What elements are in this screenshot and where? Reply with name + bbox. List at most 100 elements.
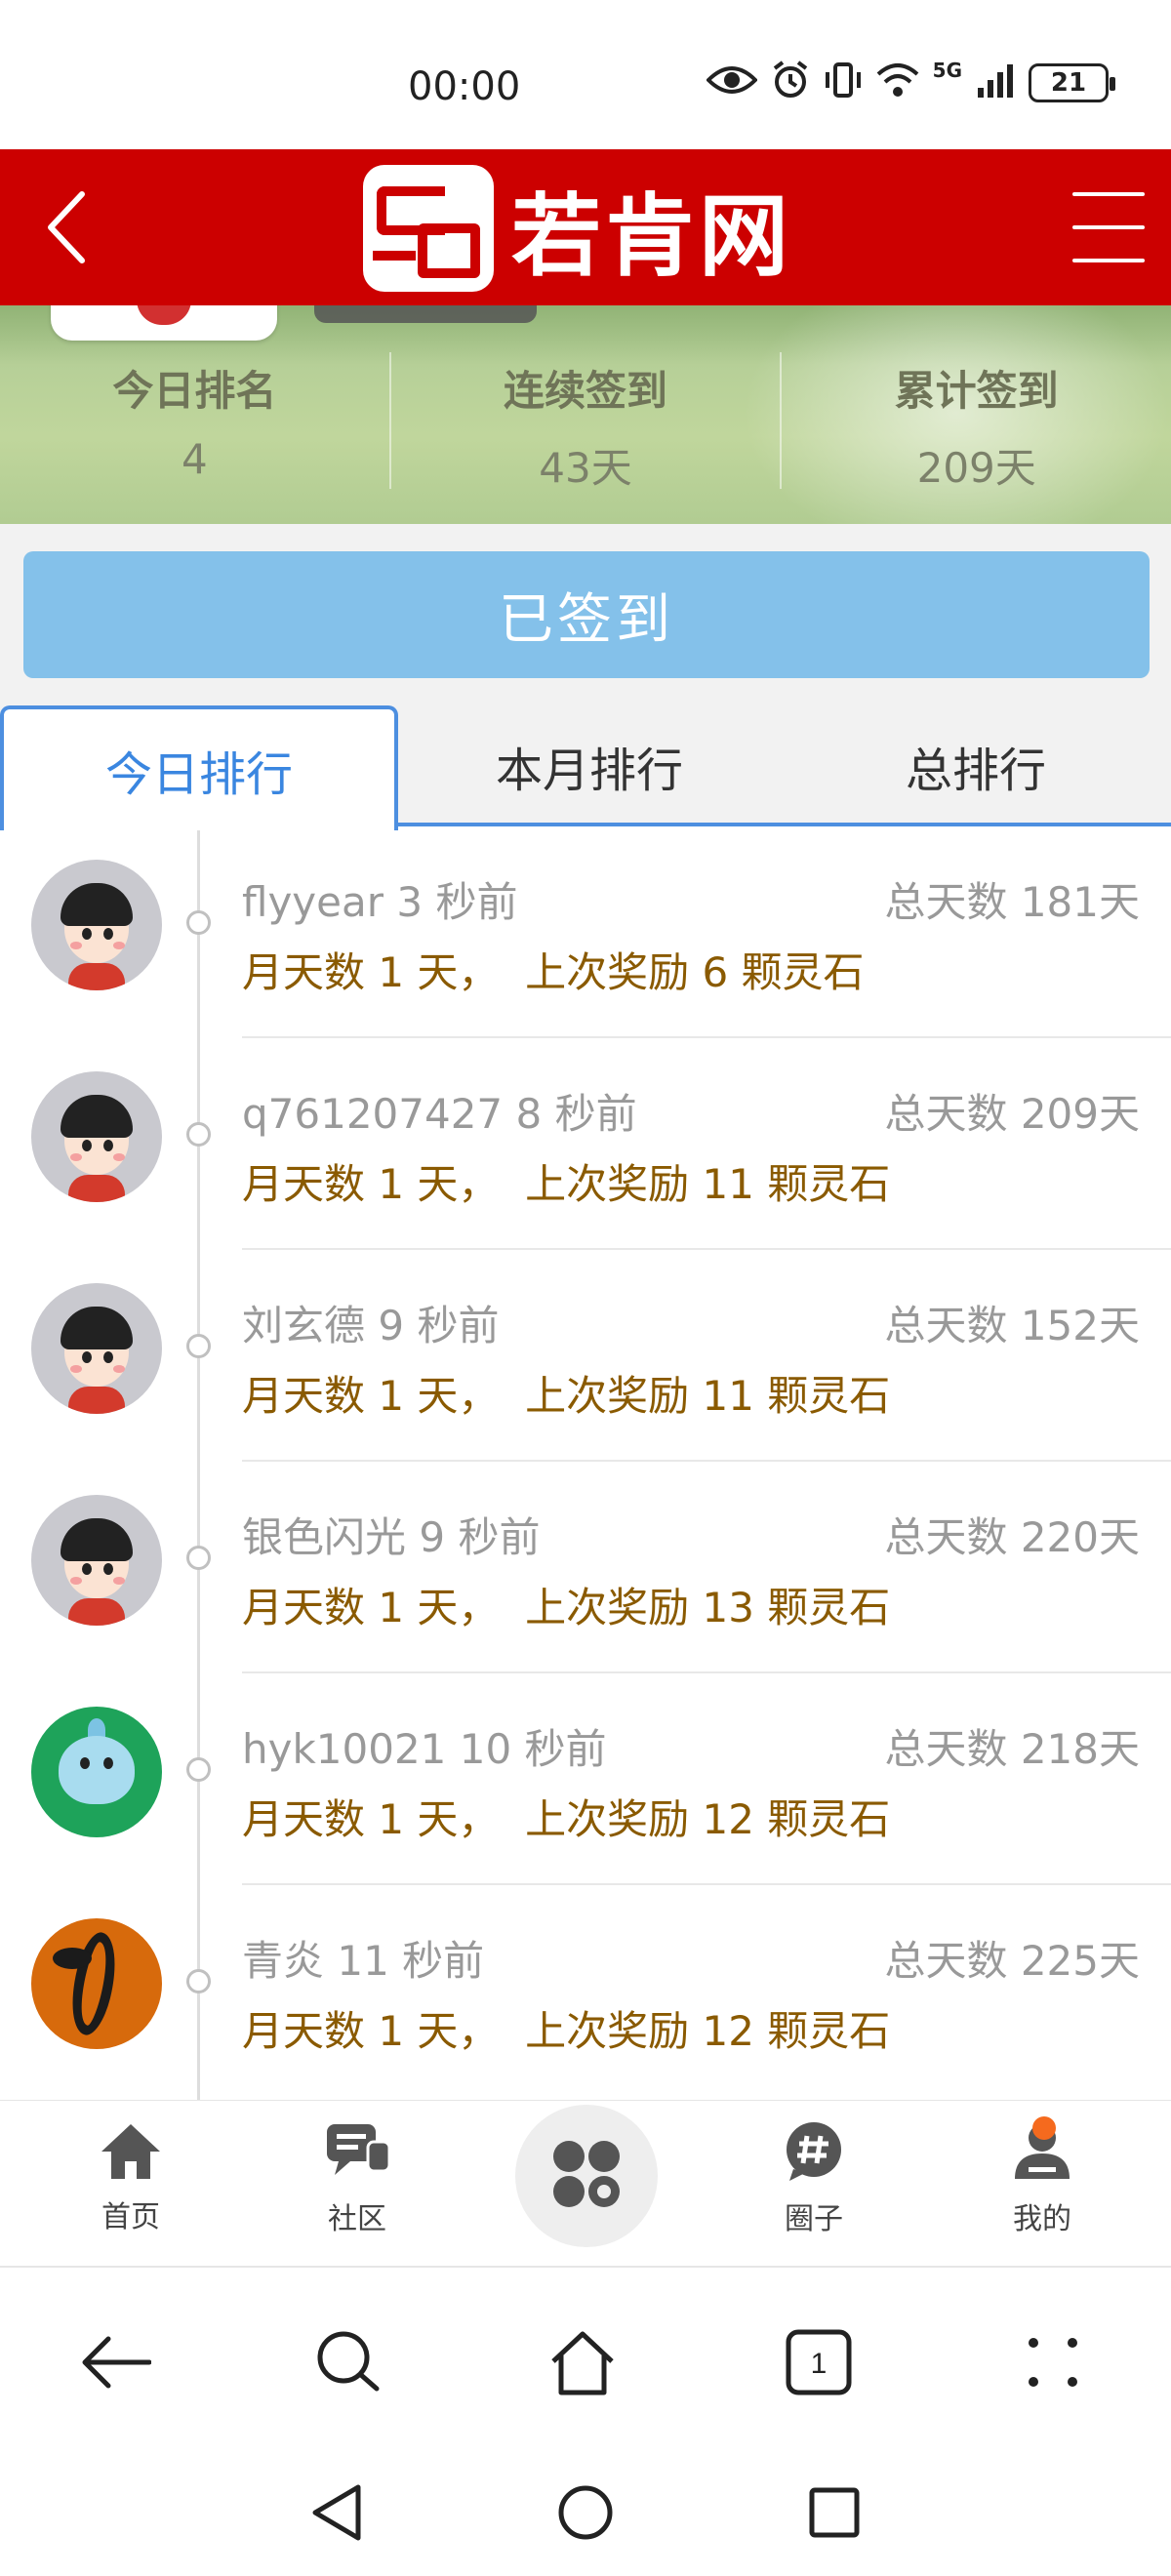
list-item[interactable]: flyyear 3 秒前 总天数 181天 月天数 1 天， 上次奖励 6 颗灵… [0,826,1171,1038]
timeline-dot [186,1757,211,1782]
avatar[interactable] [31,1071,162,1202]
total-days: 总天数 225天 [884,1937,1140,1985]
hamburger-menu-icon[interactable] [1060,186,1157,268]
avatar[interactable] [31,1283,162,1414]
chat-icon [323,2120,391,2187]
nav-label: 首页 [101,2200,160,2234]
browser-more-icon[interactable] [1009,2318,1097,2406]
list-item[interactable]: 刘玄德 9 秒前 总天数 152天 月天数 1 天， 上次奖励 11 颗灵石 [0,1250,1171,1462]
nav-community[interactable]: 社区 [289,2120,425,2253]
stat-consecutive-days: 连续签到 43天 [391,352,783,492]
site-header: 若肯网 [0,149,1171,305]
time-ago: 3 秒前 [396,878,518,926]
total-days: 总天数 181天 [884,878,1140,926]
nav-circles[interactable]: 圈子 [746,2120,882,2253]
stat-value: 209天 [916,444,1036,492]
wifi-icon [876,60,919,105]
sign-stats: 今日排名 4 连续签到 43天 累计签到 209天 [0,352,1171,492]
reward-detail: 月天数 1 天， 上次奖励 13 颗灵石 [242,1584,891,1631]
user-avatar[interactable] [51,305,277,341]
time-ago: 10 秒前 [459,1725,607,1773]
notification-badge [1032,2116,1056,2140]
username[interactable]: 银色闪光 [242,1513,406,1561]
nav-apps-center[interactable] [515,2105,658,2247]
stat-label: 连续签到 [504,367,668,415]
nav-recents-icon[interactable] [800,2478,868,2547]
user-name-badge [314,305,537,323]
stat-total-days: 累计签到 209天 [782,352,1171,492]
nav-home[interactable]: 首页 [62,2120,199,2253]
status-bar: 00:00 5G 21 [0,0,1171,149]
app-bottom-nav: 首页 社区 圈子 我的 [0,2100,1171,2268]
username[interactable]: 刘玄德 [242,1302,365,1349]
profile-banner: 今日排名 4 连续签到 43天 累计签到 209天 [0,305,1171,524]
time-ago: 9 秒前 [378,1302,500,1349]
nav-back-icon[interactable] [303,2478,371,2547]
total-days: 总天数 152天 [884,1302,1140,1349]
hashtag-icon [782,2120,846,2187]
nav-label: 圈子 [785,2202,843,2236]
user-line: 青炎 11 秒前 [242,1928,484,1988]
logo-mark-icon [363,165,494,292]
avatar[interactable] [31,1707,162,1837]
timeline-dot [186,1969,211,1993]
nav-home-icon[interactable] [551,2478,620,2547]
total-days: 总天数 220天 [884,1513,1140,1561]
stat-label: 今日排名 [112,367,277,415]
sign-area: 已签到 [0,524,1171,705]
list-item[interactable]: 青炎 11 秒前 总天数 225天 月天数 1 天， 上次奖励 12 颗灵石 [0,1885,1171,2097]
eye-icon [705,62,758,103]
total-days: 总天数 209天 [884,1090,1140,1138]
avatar[interactable] [31,1918,162,2049]
back-arrow-icon[interactable] [18,179,115,276]
stat-label: 累计签到 [894,367,1059,415]
reward-detail: 月天数 1 天， 上次奖励 11 颗灵石 [242,1372,891,1420]
browser-tabs-icon[interactable]: 1 [775,2318,863,2406]
nav-mine[interactable]: 我的 [974,2116,1110,2253]
reward-detail: 月天数 1 天， 上次奖励 11 颗灵石 [242,1160,891,1208]
user-line: q761207427 8 秒前 [242,1081,637,1141]
list-item[interactable]: hyk10021 10 秒前 总天数 218天 月天数 1 天， 上次奖励 12… [0,1673,1171,1885]
stat-value: 4 [181,435,208,483]
apps-grid-icon [549,2137,624,2215]
time-ago: 11 秒前 [337,1937,485,1985]
user-line: 银色闪光 9 秒前 [242,1505,540,1564]
reward-detail: 月天数 1 天， 上次奖励 12 颗灵石 [242,2007,891,2055]
total-days: 总天数 218天 [884,1725,1140,1773]
browser-home-icon[interactable] [539,2318,626,2406]
list-item[interactable]: 银色闪光 9 秒前 总天数 220天 月天数 1 天， 上次奖励 13 颗灵石 [0,1462,1171,1673]
alarm-icon [771,60,810,105]
user-line: 刘玄德 9 秒前 [242,1293,499,1352]
nav-label: 社区 [328,2202,386,2236]
avatar[interactable] [31,1495,162,1626]
stat-today-rank: 今日排名 4 [0,352,391,489]
profile-icon [1011,2116,1073,2187]
site-name: 若肯网 [511,182,793,289]
battery-icon: 21 [1029,63,1115,102]
list-item[interactable]: q761207427 8 秒前 总天数 209天 月天数 1 天， 上次奖励 1… [0,1038,1171,1250]
username[interactable]: hyk10021 [242,1725,446,1773]
status-icons: 5G 21 [705,59,1115,105]
browser-search-icon[interactable] [304,2318,392,2406]
browser-toolbar: 1 [0,2268,1171,2449]
tab-total-ranking[interactable]: 总排行 [781,705,1171,826]
tab-today-ranking[interactable]: 今日排行 [0,705,398,830]
home-icon [98,2120,164,2185]
timeline-dot [186,910,211,935]
network-type: 5G [932,59,962,82]
username[interactable]: flyyear [242,878,384,926]
tab-month-ranking[interactable]: 本月排行 [398,705,781,826]
browser-back-icon[interactable] [72,2318,160,2406]
site-logo[interactable]: 若肯网 [363,165,792,292]
reward-detail: 月天数 1 天， 上次奖励 12 颗灵石 [242,1795,891,1843]
timeline-dot [186,1546,211,1570]
username[interactable]: 青炎 [242,1937,324,1985]
reward-detail: 月天数 1 天， 上次奖励 6 颗灵石 [242,948,865,996]
status-time: 00:00 [408,64,521,109]
signed-in-button[interactable]: 已签到 [23,551,1150,678]
timeline-dot [186,1122,211,1147]
avatar[interactable] [31,860,162,990]
nav-label: 我的 [1013,2202,1071,2236]
username[interactable]: q761207427 [242,1090,503,1138]
ranking-list: flyyear 3 秒前 总天数 181天 月天数 1 天， 上次奖励 6 颗灵… [0,826,1171,2100]
